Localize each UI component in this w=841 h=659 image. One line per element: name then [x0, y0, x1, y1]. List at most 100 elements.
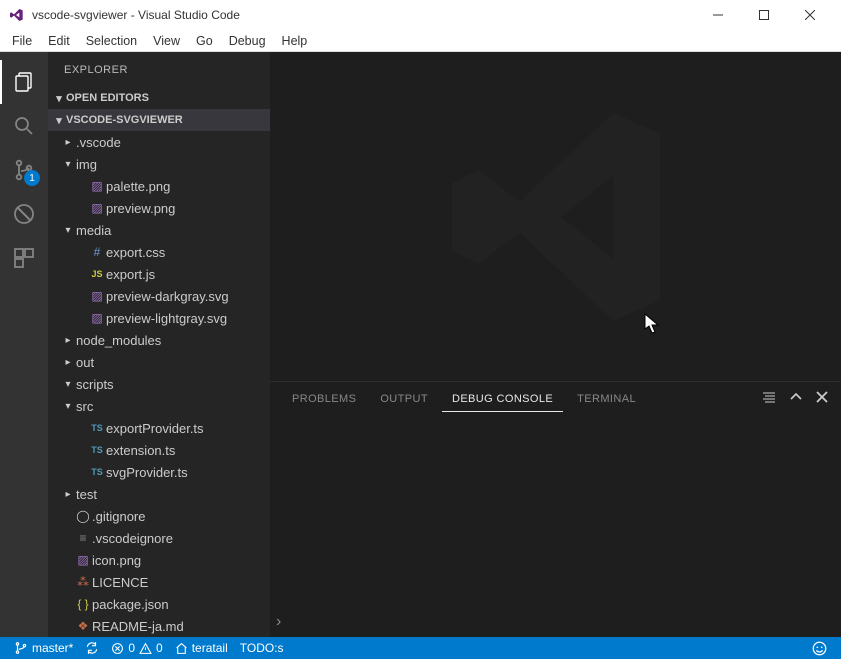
tree-folder[interactable]: ▾media	[48, 219, 270, 241]
window-title: vscode-svgviewer - Visual Studio Code	[32, 8, 695, 22]
sidebar: EXPLORER ▾ OPEN EDITORS ▾ VSCODE-SVGVIEW…	[48, 52, 270, 637]
tree-file[interactable]: #export.css	[48, 241, 270, 263]
status-sync[interactable]	[79, 637, 105, 659]
tree-item-label: .gitignore	[92, 509, 145, 524]
chevron-down-icon: ▾	[52, 92, 66, 105]
ts-icon: TS	[88, 423, 106, 433]
panel-tab-problems[interactable]: PROBLEMS	[282, 387, 366, 411]
activity-scm[interactable]: 1	[0, 148, 48, 192]
tree-file[interactable]: ▨palette.png	[48, 175, 270, 197]
tree-item-label: src	[76, 399, 93, 414]
panel-tab-debug-console[interactable]: DEBUG CONSOLE	[442, 387, 563, 412]
tree-item-label: scripts	[76, 377, 114, 392]
section-folder[interactable]: ▾ VSCODE-SVGVIEWER	[48, 109, 270, 131]
panel-tab-output[interactable]: OUTPUT	[370, 387, 438, 411]
menu-go[interactable]: Go	[188, 32, 221, 50]
menu-view[interactable]: View	[145, 32, 188, 50]
tree-file[interactable]: TSextension.ts	[48, 439, 270, 461]
status-todos-label: TODO:s	[240, 641, 284, 655]
status-todos[interactable]: TODO:s	[234, 637, 290, 659]
md-icon: ❖	[74, 619, 92, 633]
sidebar-title: EXPLORER	[48, 52, 270, 87]
activity-extensions[interactable]	[0, 236, 48, 280]
panel-close-icon[interactable]	[815, 390, 829, 409]
tree-file[interactable]: ≡.vscodeignore	[48, 527, 270, 549]
tree-file[interactable]: ▨icon.png	[48, 549, 270, 571]
section-open-editors[interactable]: ▾ OPEN EDITORS	[48, 87, 270, 109]
panel-filter-icon[interactable]	[761, 390, 777, 409]
js-icon: JS	[88, 269, 106, 279]
status-problems[interactable]: 0 0	[105, 637, 168, 659]
warning-icon	[139, 642, 152, 655]
chevron-down-icon: ▾	[62, 379, 74, 390]
tree-file[interactable]: { }package.json	[48, 593, 270, 615]
tree-file[interactable]: ▨preview-lightgray.svg	[48, 307, 270, 329]
tree-folder[interactable]: ▾scripts	[48, 373, 270, 395]
file-tree[interactable]: ▸.vscode▾img▨palette.png▨preview.png▾med…	[48, 131, 270, 637]
tree-folder[interactable]: ▸node_modules	[48, 329, 270, 351]
tree-item-label: icon.png	[92, 553, 141, 568]
panel-maximize-icon[interactable]	[789, 390, 803, 409]
section-label: VSCODE-SVGVIEWER	[66, 114, 183, 126]
tree-item-label: out	[76, 355, 94, 370]
vs-logo-icon	[8, 7, 24, 23]
tree-item-label: preview.png	[106, 201, 175, 216]
tree-item-label: node_modules	[76, 333, 161, 348]
ts-icon: TS	[88, 445, 106, 455]
img-icon: ▨	[88, 201, 106, 215]
menu-file[interactable]: File	[4, 32, 40, 50]
panel-tab-terminal[interactable]: TERMINAL	[567, 387, 646, 411]
tree-item-label: img	[76, 157, 97, 172]
tree-folder[interactable]: ▸out	[48, 351, 270, 373]
menu-help[interactable]: Help	[274, 32, 316, 50]
tree-item-label: preview-lightgray.svg	[106, 311, 227, 326]
svg-icon: ▨	[88, 289, 106, 303]
menu-selection[interactable]: Selection	[78, 32, 145, 50]
tree-folder[interactable]: ▸.vscode	[48, 131, 270, 153]
menubar: FileEditSelectionViewGoDebugHelp	[0, 30, 841, 52]
window-maximize-button[interactable]	[741, 0, 787, 30]
tree-folder[interactable]: ▾src	[48, 395, 270, 417]
tree-file[interactable]: ⁂LICENCE	[48, 571, 270, 593]
scm-badge: 1	[24, 170, 40, 186]
tree-folder[interactable]: ▾img	[48, 153, 270, 175]
tree-file[interactable]: ▨preview.png	[48, 197, 270, 219]
git-icon: ◯	[74, 509, 92, 523]
git-branch-icon	[14, 641, 28, 655]
error-icon	[111, 642, 124, 655]
chevron-right-icon: ▸	[62, 137, 74, 148]
activity-explorer[interactable]	[0, 60, 48, 104]
activity-search[interactable]	[0, 104, 48, 148]
chevron-right-icon: ▸	[62, 357, 74, 368]
tree-file[interactable]: TSsvgProvider.ts	[48, 461, 270, 483]
activity-bar: 1	[0, 52, 48, 637]
tree-file[interactable]: ◯.gitignore	[48, 505, 270, 527]
tree-file[interactable]: ❖README-ja.md	[48, 615, 270, 637]
tree-file[interactable]: ▨preview-darkgray.svg	[48, 285, 270, 307]
tree-folder[interactable]: ▸test	[48, 483, 270, 505]
window-close-button[interactable]	[787, 0, 833, 30]
status-feedback[interactable]	[806, 641, 833, 656]
panel-body[interactable]: ›	[270, 416, 841, 637]
home-icon	[175, 642, 188, 655]
tree-item-label: export.css	[106, 245, 165, 260]
chevron-down-icon: ▾	[52, 114, 66, 127]
status-teratail[interactable]: teratail	[169, 637, 234, 659]
panel-tabs: PROBLEMSOUTPUTDEBUG CONSOLETERMINAL	[270, 382, 841, 416]
activity-debug[interactable]	[0, 192, 48, 236]
img-icon: ▨	[74, 553, 92, 567]
window-minimize-button[interactable]	[695, 0, 741, 30]
status-branch[interactable]: master*	[8, 637, 79, 659]
status-warnings-count: 0	[156, 641, 163, 655]
tree-item-label: README-ja.md	[92, 619, 184, 634]
json-icon: { }	[74, 597, 92, 611]
menu-edit[interactable]: Edit	[40, 32, 78, 50]
chevron-down-icon: ▾	[62, 159, 74, 170]
tree-file[interactable]: JSexport.js	[48, 263, 270, 285]
section-label: OPEN EDITORS	[66, 92, 149, 104]
tree-file[interactable]: TSexportProvider.ts	[48, 417, 270, 439]
titlebar: vscode-svgviewer - Visual Studio Code	[0, 0, 841, 30]
menu-debug[interactable]: Debug	[221, 32, 274, 50]
lic-icon: ⁂	[74, 575, 92, 589]
img-icon: ▨	[88, 179, 106, 193]
